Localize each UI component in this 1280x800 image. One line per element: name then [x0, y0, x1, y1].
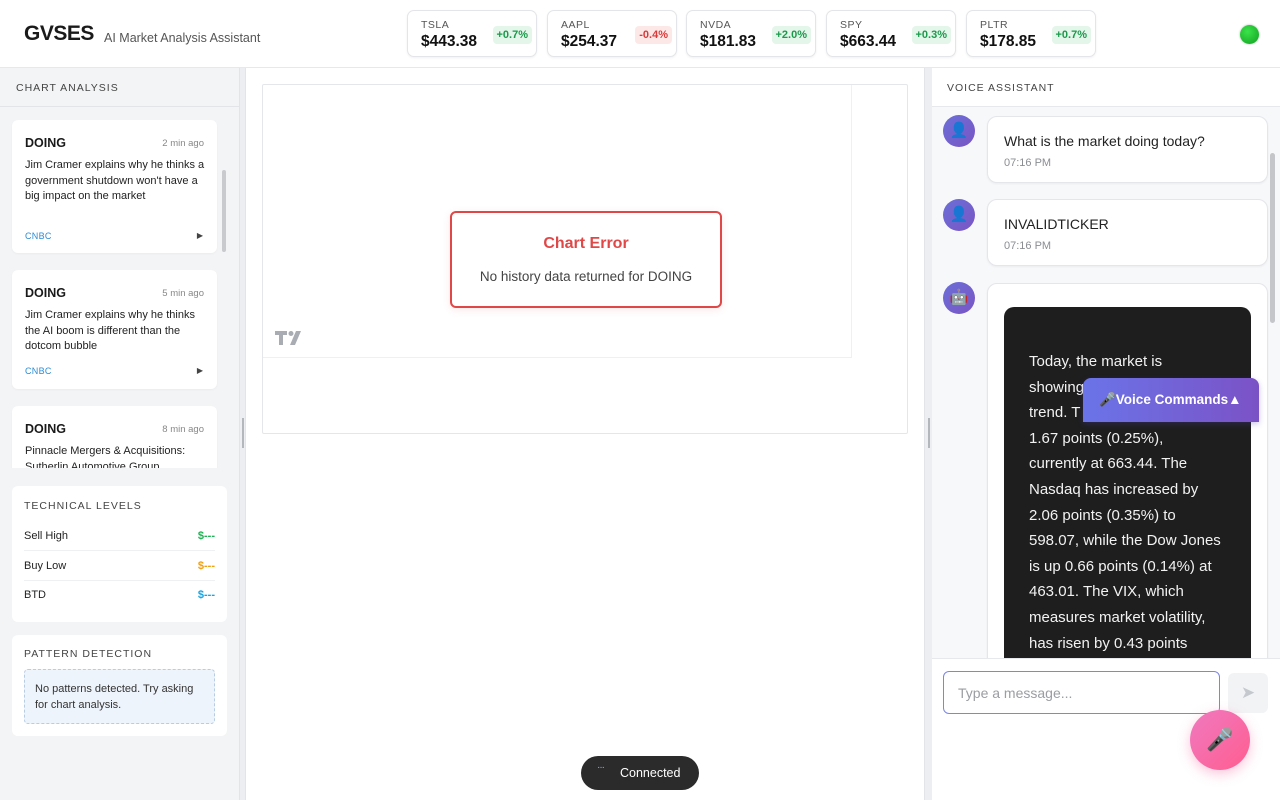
user-avatar-icon: 👤 — [943, 199, 975, 231]
ticker-price: $178.85 — [980, 33, 1037, 50]
tradingview-logo-icon — [275, 331, 301, 345]
level-value: $--- — [197, 560, 215, 572]
divider — [0, 106, 240, 107]
response-line: is up 0.66 points (0.14%) at — [1029, 557, 1212, 575]
ticker-card-spy[interactable]: SPY $663.44 +0.3% — [826, 10, 956, 57]
level-row-sell-high: Sell High $--- — [24, 522, 215, 551]
message-text: INVALIDTICKER — [1004, 216, 1109, 232]
response-line: 598.07, while the Dow Jones — [1029, 532, 1221, 550]
news-feed[interactable]: DOING 2 min ago Jim Cramer explains why … — [0, 118, 240, 468]
ticker-price: $663.44 — [840, 33, 897, 50]
panel-title: VOICE ASSISTANT — [947, 82, 1055, 94]
connection-icon: ··· — [597, 762, 605, 773]
response-line: 1.67 points (0.25%), — [1029, 429, 1164, 447]
news-card[interactable]: DOING 8 min ago Pinnacle Mergers & Acqui… — [12, 406, 217, 468]
level-name: Sell High — [24, 530, 69, 542]
response-line: Today, the market is — [1029, 353, 1163, 370]
message-time: 07:16 PM — [1004, 157, 1052, 169]
top-header: GVSES AI Market Analysis Assistant TSLA … — [0, 0, 1280, 68]
voice-commands-label: 🎤Voice Commands▲ — [1099, 392, 1242, 407]
play-icon[interactable]: ▶ — [197, 366, 203, 375]
ticker-symbol: AAPL — [561, 19, 590, 31]
news-card[interactable]: DOING 2 min ago Jim Cramer explains why … — [12, 120, 217, 253]
voice-assistant-panel: VOICE ASSISTANT 👤 What is the market doi… — [932, 68, 1280, 800]
ticker-price: $443.38 — [421, 33, 478, 50]
ticker-change: -0.4% — [635, 26, 672, 44]
assistant-avatar-icon: 🤖 — [943, 282, 975, 314]
ticker-price: $254.37 — [561, 33, 618, 50]
chart-analysis-panel: CHART ANALYSIS DOING 2 min ago Jim Crame… — [0, 68, 240, 800]
connection-status-icon — [1240, 25, 1259, 44]
pattern-detection-title: PATTERN DETECTION — [24, 648, 153, 660]
chart-error-box: Chart Error No history data returned for… — [450, 211, 722, 308]
news-card[interactable]: DOING 5 min ago Jim Cramer explains why … — [12, 270, 217, 389]
play-icon[interactable]: ▶ — [197, 231, 203, 240]
ticker-symbol: NVDA — [700, 19, 732, 31]
news-time: 8 min ago — [162, 424, 204, 435]
response-line: measures market volatility, — [1029, 608, 1206, 626]
ticker-price: $181.83 — [700, 33, 757, 50]
news-headline: Pinnacle Mergers & Acquisitions: Sutherl… — [25, 445, 186, 468]
voice-commands-button[interactable]: 🎤Voice Commands▲ — [1083, 378, 1259, 422]
message-input[interactable] — [943, 671, 1220, 714]
chart-error-message: No history data returned for DOING — [479, 269, 693, 284]
response-line: Nasdaq has increased by — [1029, 480, 1199, 498]
news-source-link[interactable]: CNBC — [25, 366, 52, 376]
level-row-btd: BTD $--- — [24, 581, 215, 610]
chat-scrollbar[interactable] — [1270, 153, 1275, 323]
ticker-change: +2.0% — [771, 26, 811, 44]
user-avatar-icon: 👤 — [943, 115, 975, 147]
panel-title: CHART ANALYSIS — [16, 82, 119, 94]
assistant-response-card: Today, the market is showing trend. T 1.… — [1004, 307, 1251, 658]
response-line: 463.01. The VIX, which — [1029, 583, 1184, 601]
news-time: 2 min ago — [162, 138, 204, 149]
news-headline: Jim Cramer explains why he thinks a gove… — [25, 159, 205, 202]
technical-levels-card: TECHNICAL LEVELS Sell High $--- Buy Low … — [12, 486, 227, 622]
response-line: currently at 663.44. The — [1029, 455, 1188, 473]
ticker-card-tsla[interactable]: TSLA $443.38 +0.7% — [407, 10, 537, 57]
pattern-empty-message: No patterns detected. Try asking for cha… — [24, 669, 215, 724]
chart-error-title: Chart Error — [543, 235, 629, 252]
message-text: What is the market doing today? — [1004, 133, 1205, 149]
ticker-symbol: TSLA — [421, 19, 450, 31]
ticker-change: +0.7% — [492, 26, 532, 44]
level-row-buy-low: Buy Low $--- — [24, 552, 215, 581]
ticker-symbol: PLTR — [980, 19, 1009, 31]
pattern-detection-card: PATTERN DETECTION No patterns detected. … — [12, 635, 227, 736]
send-icon[interactable]: ➤ — [1228, 673, 1268, 713]
connection-label: Connected — [620, 766, 681, 780]
chart-container[interactable]: Chart Error No history data returned for… — [262, 84, 908, 434]
news-ticker: DOING — [25, 286, 66, 300]
response-line: 2.06 points (0.35%) to — [1029, 506, 1176, 524]
level-name: Buy Low — [24, 560, 67, 572]
level-name: BTD — [24, 589, 46, 601]
news-ticker: DOING — [25, 422, 66, 436]
brand-logo: GVSES — [24, 22, 94, 45]
level-value: $--- — [197, 589, 215, 601]
ticker-card-nvda[interactable]: NVDA $181.83 +2.0% — [686, 10, 816, 57]
news-ticker: DOING — [25, 136, 66, 150]
news-source-link[interactable]: CNBC — [25, 231, 52, 241]
message-time: 07:16 PM — [1004, 240, 1052, 252]
chart-panel: Chart Error No history data returned for… — [246, 68, 924, 800]
right-resize-handle[interactable] — [924, 68, 932, 800]
chat-message-user: INVALIDTICKER 07:16 PM — [987, 199, 1268, 266]
ticker-symbol: SPY — [840, 19, 863, 31]
ticker-change: +0.7% — [1051, 26, 1091, 44]
brand-subtitle: AI Market Analysis Assistant — [104, 31, 261, 45]
level-value: $--- — [197, 530, 215, 542]
chat-message-assistant: Today, the market is showing trend. T 1.… — [987, 283, 1268, 658]
response-line: has risen by 0.43 points — [1029, 634, 1188, 652]
connection-status-pill: ··· Connected — [581, 756, 699, 790]
ticker-card-aapl[interactable]: AAPL $254.37 -0.4% — [547, 10, 677, 57]
ticker-card-pltr[interactable]: PLTR $178.85 +0.7% — [966, 10, 1096, 57]
chat-message-user: What is the market doing today? 07:16 PM — [987, 116, 1268, 183]
news-headline: Jim Cramer explains why he thinks the AI… — [25, 309, 195, 352]
news-time: 5 min ago — [162, 288, 204, 299]
news-scrollbar[interactable] — [222, 170, 226, 252]
ticker-change: +0.3% — [911, 26, 951, 44]
mic-icon[interactable]: 🎤 — [1190, 710, 1250, 770]
technical-levels-title: TECHNICAL LEVELS — [24, 500, 142, 512]
